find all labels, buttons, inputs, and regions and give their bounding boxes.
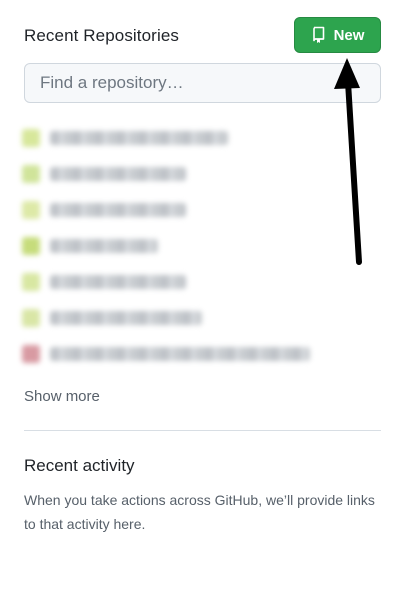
repository-list-item[interactable] (16, 192, 336, 228)
repository-list-item[interactable] (16, 264, 336, 300)
recent-repositories-header: Recent Repositories New (24, 17, 381, 53)
show-more-link[interactable]: Show more (24, 388, 100, 405)
repository-name-redacted[interactable] (50, 311, 202, 325)
repository-name-redacted[interactable] (50, 167, 186, 181)
recent-repositories-title: Recent Repositories (24, 26, 179, 45)
repository-search-input[interactable] (24, 63, 381, 103)
repository-list (16, 120, 336, 372)
repository-name-redacted[interactable] (50, 347, 310, 361)
new-button-label: New (333, 26, 365, 44)
repository-list-item[interactable] (16, 156, 336, 192)
repository-list-item[interactable] (16, 228, 336, 264)
repository-name-redacted[interactable] (50, 239, 158, 253)
repository-avatar (22, 309, 40, 327)
repository-list-item[interactable] (16, 336, 336, 372)
repository-avatar (22, 129, 40, 147)
repository-name-redacted[interactable] (50, 131, 228, 145)
repository-avatar (22, 273, 40, 291)
repository-avatar (22, 165, 40, 183)
dashboard-left-panel: Recent Repositories New Show more Recent… (22, 0, 381, 600)
section-divider (24, 430, 381, 431)
repository-avatar (22, 345, 40, 363)
repository-name-redacted[interactable] (50, 203, 186, 217)
repository-list-item[interactable] (16, 300, 336, 336)
repo-icon (311, 26, 327, 44)
repository-avatar (22, 237, 40, 255)
new-repository-button[interactable]: New (294, 17, 381, 53)
repository-name-redacted[interactable] (50, 275, 186, 289)
recent-activity-title: Recent activity (24, 456, 135, 475)
recent-activity-description: When you take actions across GitHub, we’… (24, 492, 375, 532)
repository-list-item[interactable] (16, 120, 336, 156)
repository-avatar (22, 201, 40, 219)
